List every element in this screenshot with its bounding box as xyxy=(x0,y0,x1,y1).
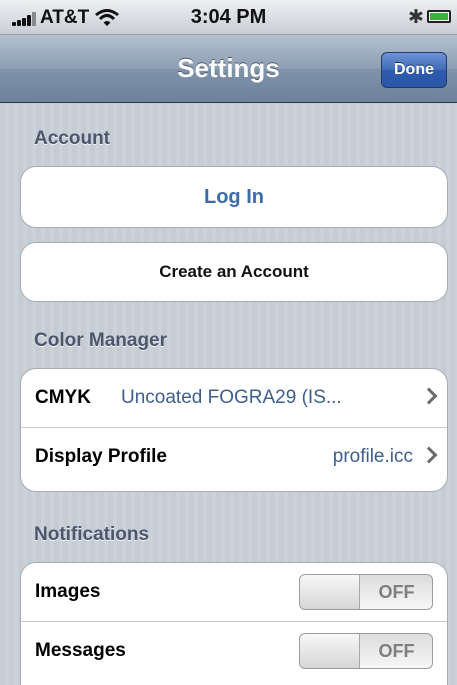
messages-toggle-state: OFF xyxy=(378,640,415,661)
messages-toggle[interactable]: OFF xyxy=(299,633,433,669)
images-label: Images xyxy=(35,581,101,602)
images-toggle[interactable]: OFF xyxy=(299,574,433,610)
status-bar: AT&T 3:04 PM ✱ xyxy=(0,0,457,35)
color-manager-group: CMYK Uncoated FOGRA29 (IS... Display Pro… xyxy=(20,368,448,492)
messages-label: Messages xyxy=(35,639,126,661)
section-header-notifications: Notifications xyxy=(34,524,150,545)
login-label: Log In xyxy=(204,185,264,208)
status-time: 3:04 PM xyxy=(190,6,267,28)
messages-row: Messages OFF xyxy=(21,621,447,679)
chevron-right-icon xyxy=(420,387,438,405)
create-account-button[interactable]: Create an Account xyxy=(20,242,448,302)
cmyk-value: Uncoated FOGRA29 (IS... xyxy=(121,387,342,408)
cmyk-label: CMYK xyxy=(35,387,91,408)
display-profile-label: Display Profile xyxy=(35,445,167,467)
done-button[interactable]: Done xyxy=(381,52,447,88)
section-header-account: Account xyxy=(34,128,110,149)
images-row: Images OFF xyxy=(21,563,447,621)
battery-charging-icon xyxy=(427,10,451,23)
notifications-group: Images OFF Messages OFF xyxy=(20,562,448,685)
switch-knob xyxy=(300,634,360,668)
chevron-right-icon xyxy=(420,446,438,464)
cmyk-row[interactable]: CMYK Uncoated FOGRA29 (IS... xyxy=(21,369,447,427)
bluetooth-icon: ✱ xyxy=(408,7,424,28)
create-account-label: Create an Account xyxy=(159,262,309,281)
switch-knob xyxy=(300,575,360,609)
login-button[interactable]: Log In xyxy=(20,166,448,228)
navigation-bar: Settings Done xyxy=(0,35,457,103)
section-header-color-manager: Color Manager xyxy=(34,330,168,351)
display-profile-value: profile.icc xyxy=(332,445,413,467)
images-toggle-state: OFF xyxy=(378,581,415,602)
display-profile-row[interactable]: Display Profile profile.icc xyxy=(21,427,447,485)
